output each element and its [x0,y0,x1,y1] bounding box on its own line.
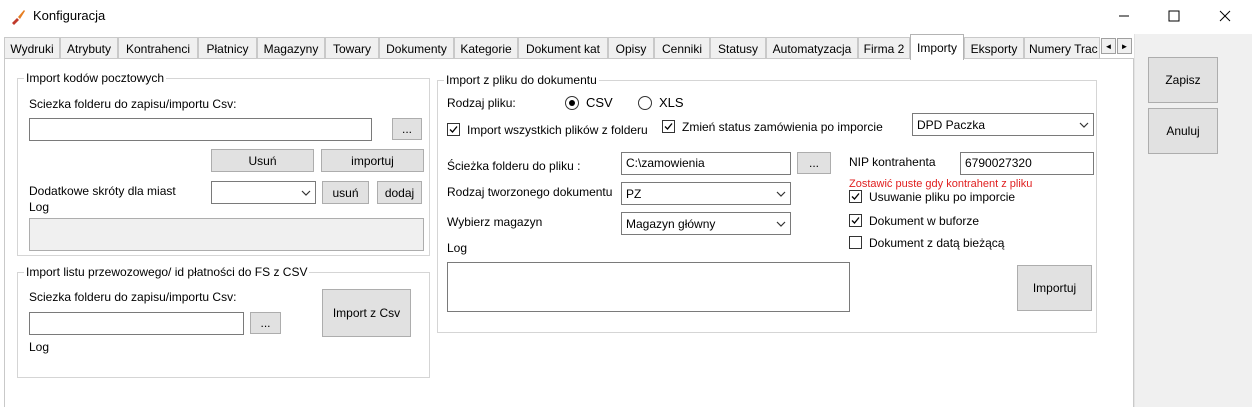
doc-import-button[interactable]: Importuj [1017,265,1092,311]
radio-csv-label: CSV [586,95,613,110]
radio-csv[interactable] [565,96,579,110]
status-combo[interactable]: DPD Paczka [912,113,1094,136]
nip-hint: Zostawić puste gdy kontrahent z pliku [849,178,1033,190]
waybill-path-input[interactable] [29,312,244,335]
shortcuts-combo[interactable] [211,181,316,204]
waybill-group-title: Import listu przewozowego/ id płatności … [24,265,310,279]
doc-path-label: Ścieżka folderu do pliku : [447,159,581,173]
doc-path-input[interactable]: C:\zamowienia [621,152,791,175]
postal-path-input[interactable] [29,118,372,141]
tab-magazyny[interactable]: Magazyny [257,37,325,59]
maximize-button[interactable] [1149,0,1199,32]
tab-page-importy: Import kodów pocztowych Sciezka folderu … [4,58,1134,407]
warehouse-label: Wybierz magazyn [447,215,543,229]
shortcut-remove-button[interactable]: usuń [322,181,369,204]
nip-input[interactable]: 6790027320 [960,152,1094,175]
maximize-icon [1168,10,1180,22]
tab-platnicy[interactable]: Płatnicy [198,37,257,59]
postal-group-title: Import kodów pocztowych [24,71,167,85]
doc-log-area [447,262,850,312]
doc-import-group-title: Import z pliku do dokumentu [444,73,599,87]
change-status-checkbox[interactable] [662,120,675,133]
tab-scroll-left-button[interactable]: ◄ [1101,38,1116,54]
postal-remove-button[interactable]: Usuń [211,149,314,172]
tab-numery-trac[interactable]: Numery Trac [1024,37,1100,59]
title-bar: Konfiguracja [0,0,1252,34]
tab-kontrahenci[interactable]: Kontrahenci [118,37,198,59]
tab-statusy[interactable]: Statusy [710,37,766,59]
nip-label: NIP kontrahenta [849,155,936,169]
tab-atrybuty[interactable]: Atrybuty [60,37,118,59]
doc-import-group: Import z pliku do dokumentu Rodzaj pliku… [437,73,1097,333]
current-date-label: Dokument z datą bieżącą [869,236,1005,250]
delete-file-checkbox[interactable] [849,190,862,203]
shortcuts-label: Dodatkowe skróty dla miast [29,184,176,198]
side-panel: Zapisz Anuluj [1134,34,1252,407]
save-button[interactable]: Zapisz [1148,57,1218,103]
change-status-label: Zmień status zamówienia po imporcie [682,120,883,134]
brush-icon [12,10,25,25]
chevron-down-icon [776,221,786,227]
tab-kategorie[interactable]: Kategorie [454,37,518,59]
waybill-log-label: Log [29,340,50,354]
file-type-label: Rodzaj pliku: [447,96,516,110]
postal-path-label: Sciezka folderu do zapisu/importu Csv: [29,97,237,111]
waybill-group: Import listu przewozowego/ id płatności … [17,265,430,378]
current-date-checkbox[interactable] [849,236,862,249]
doc-browse-button[interactable]: ... [797,152,831,174]
postal-import-button[interactable]: importuj [321,149,424,172]
tab-cenniki[interactable]: Cenniki [654,37,710,59]
minimize-button[interactable] [1099,0,1149,32]
waybill-browse-button[interactable]: ... [250,312,281,334]
tab-opisy[interactable]: Opisy [608,37,654,59]
doc-log-label: Log [447,241,468,255]
close-icon [1219,10,1231,22]
tab-towary[interactable]: Towary [325,37,379,59]
checkmark-icon [449,126,458,133]
tab-firma-2[interactable]: Firma 2 [858,37,910,59]
doc-type-label: Rodzaj tworzonego dokumentu [447,185,613,199]
tab-scroll-right-button[interactable]: ► [1117,38,1132,54]
chevron-down-icon [1079,122,1089,128]
postal-browse-button[interactable]: ... [392,118,422,140]
chevron-down-icon [776,191,786,197]
tab-automatyzacja[interactable]: Automatyzacja [766,37,858,59]
tab-importy[interactable]: Importy [910,34,964,60]
warehouse-combo[interactable]: Magazyn główny [621,212,791,235]
postal-log-label: Log [29,200,50,214]
close-button[interactable] [1200,0,1250,32]
waybill-path-label: Sciezka folderu do zapisu/importu Csv: [29,290,237,304]
checkmark-icon [851,217,860,224]
arrow-right-icon: ► [1120,41,1129,51]
delete-file-label: Usuwanie pliku po imporcie [869,190,1016,204]
radio-xls[interactable] [638,96,652,110]
tab-wydruki[interactable]: Wydruki [4,37,60,59]
radio-xls-label: XLS [659,95,684,110]
doc-type-combo[interactable]: PZ [621,182,791,205]
tab-dokument-kat[interactable]: Dokument kat [518,37,608,59]
tab-eksporty[interactable]: Eksporty [964,37,1024,59]
minimize-icon [1119,15,1129,17]
buffer-checkbox[interactable] [849,214,862,227]
checkmark-icon [664,123,673,130]
checkmark-icon [851,193,860,200]
cancel-button[interactable]: Anuluj [1148,108,1218,154]
arrow-left-icon: ◄ [1104,41,1113,51]
postal-log-area [29,218,424,251]
tab-dokumenty[interactable]: Dokumenty [379,37,454,59]
window-title: Konfiguracja [33,8,106,23]
import-all-checkbox[interactable] [447,123,460,136]
import-all-label: Import wszystkich plików z folderu [467,123,648,137]
waybill-import-button[interactable]: Import z Csv [322,289,411,337]
chevron-down-icon [301,190,311,196]
shortcut-add-button[interactable]: dodaj [377,181,422,204]
buffer-label: Dokument w buforze [869,214,980,228]
postal-codes-group: Import kodów pocztowych Sciezka folderu … [17,71,430,256]
